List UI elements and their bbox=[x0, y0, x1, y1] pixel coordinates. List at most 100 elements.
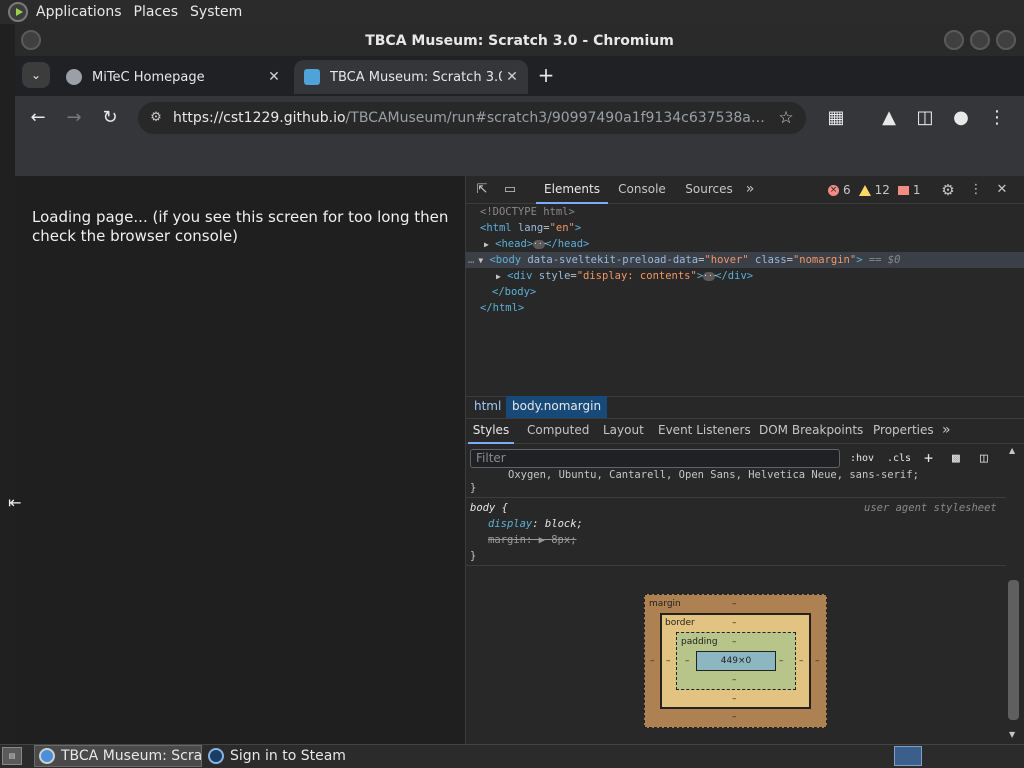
border-label: border bbox=[665, 618, 695, 628]
dom-line-html-close[interactable]: </html> bbox=[466, 300, 1024, 316]
tab-dom-breakpoints[interactable]: DOM Breakpoints bbox=[759, 418, 863, 444]
devtools-close-icon[interactable]: ✕ bbox=[992, 180, 1012, 200]
page-viewport bbox=[15, 176, 465, 744]
paint-brush-icon[interactable]: ▩ bbox=[952, 449, 960, 468]
border-left-value: – bbox=[666, 656, 671, 666]
border-right-value: – bbox=[799, 656, 804, 666]
margin-left-value: – bbox=[650, 656, 655, 666]
menu-applications[interactable]: Applications bbox=[30, 0, 128, 24]
devtools-tab-sources[interactable]: Sources bbox=[682, 176, 736, 204]
collapse-triangle-icon[interactable]: ▼ bbox=[474, 256, 483, 265]
dom-line-body-close[interactable]: </body> bbox=[466, 284, 1024, 300]
css-rules: Oxygen, Ubuntu, Cantarell, Open Sans, He… bbox=[466, 469, 1006, 568]
dom-line-body-selected[interactable]: … ▼ <body data-sveltekit-preload-data="ho… bbox=[466, 252, 1024, 268]
menu-places[interactable]: Places bbox=[128, 0, 185, 24]
scroll-down-arrow-icon[interactable]: ▼ bbox=[1009, 730, 1019, 742]
class-toggle[interactable]: .cls bbox=[887, 449, 911, 468]
tab-tbca-museum[interactable]: TBCA Museum: Scratch 3.0 ✕ bbox=[294, 60, 528, 94]
breadcrumb-html[interactable]: html bbox=[472, 396, 503, 418]
menu-system[interactable]: System bbox=[184, 0, 248, 24]
show-desktop-icon[interactable]: ▤ bbox=[2, 747, 22, 765]
devtools-tab-console[interactable]: Console bbox=[614, 176, 670, 204]
side-panel-icon[interactable]: ◫ bbox=[911, 104, 939, 132]
devtools-issue-counters[interactable]: × 6 12 1 bbox=[828, 176, 921, 204]
new-style-rule-plus-icon[interactable]: + bbox=[924, 449, 933, 468]
chevron-down-icon: ⌄ bbox=[30, 68, 42, 82]
more-tabs-chevron-icon[interactable]: » bbox=[942, 418, 951, 444]
url-host: https://cst1229.github.io bbox=[173, 110, 346, 126]
tab-layout[interactable]: Layout bbox=[603, 418, 644, 444]
kebab-menu-icon[interactable]: ⋮ bbox=[983, 104, 1011, 132]
rule-close-brace: } bbox=[470, 482, 477, 494]
new-tab-button[interactable]: + bbox=[534, 62, 558, 88]
site-info-icon[interactable]: ⚙ bbox=[144, 106, 168, 130]
margin-top-value: – bbox=[732, 599, 737, 609]
devtools-tab-elements[interactable]: Elements bbox=[536, 176, 608, 204]
dom-line-head[interactable]: ▶ <head>···</head> bbox=[466, 236, 1024, 252]
url-text[interactable]: https://cst1229.github.io/TBCAMuseum/run… bbox=[173, 102, 771, 134]
rule-close-brace: } bbox=[470, 550, 477, 562]
tab-search-button[interactable]: ⌄ bbox=[22, 62, 50, 88]
close-icon[interactable]: ✕ bbox=[264, 69, 284, 85]
taskbar-item-chromium[interactable]: TBCA Museum: Scra... bbox=[34, 745, 202, 767]
box-model-content-size[interactable]: 449×0 bbox=[696, 651, 776, 671]
forward-button[interactable]: → bbox=[60, 104, 88, 132]
margin-declaration-overridden[interactable]: margin: ▶ 8px; bbox=[488, 532, 577, 548]
devtools-settings-gear-icon[interactable]: ⚙ bbox=[938, 180, 958, 200]
hover-state-toggle[interactable]: :hov bbox=[850, 449, 874, 468]
minimize-button[interactable] bbox=[944, 30, 964, 50]
bookmarks-bar bbox=[15, 140, 1024, 176]
devtools-kebab-menu-icon[interactable]: ⋮ bbox=[966, 180, 986, 200]
labs-flask-icon[interactable]: ▲ bbox=[875, 104, 903, 132]
maximize-button[interactable] bbox=[970, 30, 990, 50]
breadcrumb-body-nomargin[interactable]: body.nomargin bbox=[506, 396, 608, 418]
loading-message: Loading page... (if you see this screen … bbox=[32, 208, 449, 245]
window-titlebar[interactable]: TBCA Museum: Scratch 3.0 - Chromium bbox=[15, 24, 1024, 56]
profile-avatar-icon[interactable]: ● bbox=[947, 104, 975, 132]
scrollbar-thumb[interactable] bbox=[1008, 580, 1019, 720]
toggle-sidebar-icon[interactable]: ◫ bbox=[980, 449, 988, 468]
font-family-value: Oxygen, Ubuntu, Cantarell, Open Sans, He… bbox=[508, 469, 919, 481]
close-icon[interactable]: ✕ bbox=[502, 69, 522, 85]
tab-computed[interactable]: Computed bbox=[527, 418, 589, 444]
inspect-element-icon[interactable]: ⇱ bbox=[472, 180, 492, 200]
globe-icon bbox=[66, 69, 82, 85]
ellipsis-icon[interactable]: ··· bbox=[703, 271, 718, 281]
gnome-logo-icon[interactable] bbox=[8, 2, 28, 22]
device-toolbar-icon[interactable]: ▭ bbox=[500, 180, 520, 200]
bookmark-star-icon[interactable]: ☆ bbox=[772, 104, 800, 132]
tab-styles[interactable]: Styles bbox=[468, 418, 514, 444]
tray-chromium-icon[interactable] bbox=[894, 746, 922, 766]
tab-mitec-homepage[interactable]: MiTeC Homepage ✕ bbox=[56, 60, 290, 94]
reload-button[interactable]: ↻ bbox=[96, 104, 124, 132]
issue-count: 1 bbox=[912, 182, 921, 197]
dom-line-div[interactable]: ▶ <div style="display: contents">···</di… bbox=[466, 268, 1024, 284]
margin-label: margin bbox=[649, 599, 681, 609]
dom-tree: <!DOCTYPE html> <html lang="en"> ▶ <head… bbox=[466, 204, 1024, 396]
dom-line-html[interactable]: <html lang="en"> bbox=[466, 220, 1024, 236]
user-agent-stylesheet-label: user agent stylesheet bbox=[864, 502, 997, 514]
extensions-puzzle-icon[interactable]: ▦ bbox=[822, 104, 850, 132]
scroll-up-arrow-icon[interactable]: ▲ bbox=[1009, 446, 1019, 458]
steam-icon bbox=[208, 748, 224, 764]
border-top-value: – bbox=[732, 618, 737, 628]
expand-triangle-icon[interactable]: ▶ bbox=[466, 240, 489, 249]
body-selector[interactable]: body { bbox=[470, 500, 508, 516]
padding-right-value: – bbox=[779, 656, 784, 666]
tab-event-listeners[interactable]: Event Listeners bbox=[658, 418, 751, 444]
ellipsis-icon[interactable]: ··· bbox=[533, 239, 548, 249]
tab-properties[interactable]: Properties bbox=[873, 418, 934, 444]
expand-triangle-icon[interactable]: ▶ bbox=[466, 272, 501, 281]
dom-line-doctype[interactable]: <!DOCTYPE html> bbox=[466, 204, 1024, 220]
more-tabs-chevron-icon[interactable]: » bbox=[740, 176, 760, 204]
styles-filter-input[interactable]: Filter bbox=[470, 449, 840, 468]
top-panel: Applications Places System bbox=[0, 0, 1024, 24]
window-menu-button[interactable] bbox=[21, 30, 41, 50]
display-declaration[interactable]: display: block; bbox=[488, 516, 583, 532]
url-path: /TBCAMuseum/run#scratch3/90997490a1f9134… bbox=[345, 110, 771, 126]
close-window-button[interactable] bbox=[996, 30, 1016, 50]
taskbar-item-steam[interactable]: Sign in to Steam bbox=[204, 745, 384, 767]
warning-count: 12 bbox=[874, 182, 890, 197]
back-button[interactable]: ← bbox=[24, 104, 52, 132]
plus-icon: + bbox=[537, 63, 555, 87]
